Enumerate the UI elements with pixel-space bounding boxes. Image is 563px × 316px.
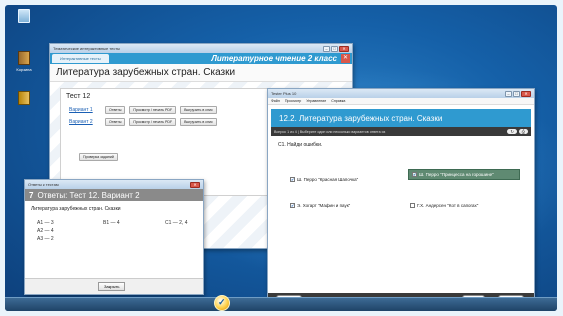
- answers-window: Ответы к тестам ✕ 7 Ответы: Тест 12. Вар…: [24, 179, 204, 295]
- pdf-button[interactable]: Просмотр / печать PDF: [129, 118, 177, 126]
- close-icon[interactable]: ✕: [341, 54, 350, 63]
- close-button[interactable]: ✕: [339, 45, 349, 52]
- answers-col-b: В1 — 4: [103, 220, 120, 226]
- desktop-icon-computer[interactable]: [7, 9, 41, 25]
- checkbox[interactable]: ✔: [290, 177, 295, 182]
- desktop-icon-book[interactable]: [7, 91, 41, 107]
- close-button[interactable]: ✕: [190, 181, 200, 188]
- export-button[interactable]: Выгрузить в спис: [180, 106, 217, 114]
- book-icon: [18, 51, 30, 65]
- app-logo-icon[interactable]: ✓: [214, 295, 230, 311]
- checkbox[interactable]: ✔: [290, 203, 295, 208]
- maximize-button[interactable]: □: [331, 45, 338, 52]
- menu-file[interactable]: Файл: [271, 99, 280, 103]
- desktop: Корзина Тематические интерактивные тесты…: [5, 5, 557, 311]
- test-window-titlebar[interactable]: Тематические интерактивные тесты – □ ✕: [50, 44, 352, 53]
- variant-1-link[interactable]: Вариант 1: [69, 107, 105, 113]
- answers-subtitle: Литература зарубежных стран. Сказки: [31, 206, 121, 212]
- minimize-button[interactable]: –: [323, 45, 330, 52]
- maximize-button[interactable]: □: [513, 90, 520, 97]
- answers-button[interactable]: Ответы: [105, 118, 126, 126]
- refresh-icon[interactable]: ↻: [507, 129, 517, 134]
- menu-bar: Файл Просмотр Управление Справка: [268, 98, 534, 105]
- task-text: С1. Найди ошибки.: [278, 142, 323, 148]
- answers-title: Ответы: Тест 12. Вариант 2: [37, 190, 140, 200]
- print-icon[interactable]: ⎙: [518, 129, 528, 134]
- subject-title: Литературное чтение 2 класс: [211, 54, 337, 63]
- close-answers-button[interactable]: Закрыть: [98, 282, 126, 291]
- menu-control[interactable]: Управление: [306, 99, 326, 103]
- option-1[interactable]: ✔ Ш. Перро "Красная Шапочка": [290, 177, 398, 182]
- answers-grid: А1 — 3 А2 — 4 А3 — 2 В1 — 4 С1 — 2, 4: [25, 215, 203, 265]
- computer-icon: [18, 9, 30, 23]
- close-button[interactable]: ✕: [521, 90, 531, 97]
- export-button[interactable]: Выгрузить в спис: [180, 118, 217, 126]
- book-icon: [18, 91, 30, 105]
- option-4[interactable]: Г.Х. Андерсен "Кот в сапогах": [410, 203, 522, 208]
- pdf-button[interactable]: Просмотр / печать PDF: [129, 106, 177, 114]
- option-3[interactable]: ✔ Э. Хогарт "Мафин и паук": [290, 203, 398, 208]
- question-bar: Вопрос 1 из 4 | Выберите один или нескол…: [271, 127, 531, 136]
- variant-2-link[interactable]: Вариант 2: [69, 119, 105, 125]
- answers-col-c: С1 — 2, 4: [165, 220, 188, 226]
- tab-interactive-tests[interactable]: Интерактивные тесты: [52, 54, 109, 63]
- desktop-icon-recycle[interactable]: Корзина: [7, 51, 41, 72]
- answers-col-a: А1 — 3 А2 — 4 А3 — 2: [37, 220, 54, 242]
- taskbar: ✓: [5, 295, 557, 311]
- answers-header: 7 Ответы: Тест 12. Вариант 2: [25, 189, 203, 201]
- minimize-button[interactable]: –: [505, 90, 512, 97]
- answers-button[interactable]: Ответы: [105, 106, 126, 114]
- answers-window-titlebar[interactable]: Ответы к тестам ✕: [25, 180, 203, 189]
- test-header: Интерактивные тесты Литературное чтение …: [50, 53, 352, 64]
- checkbox[interactable]: [410, 203, 415, 208]
- question-title: 12.2. Литература зарубежных стран. Сказк…: [271, 109, 531, 127]
- check-tasks-button[interactable]: Проверка заданий: [79, 153, 118, 161]
- test-number: 7: [29, 190, 34, 200]
- tester-window-titlebar[interactable]: Tester Plus 10 – □ ✕: [268, 89, 534, 98]
- menu-help[interactable]: Справка: [331, 99, 345, 103]
- page-title: Литература зарубежных стран. Сказки: [50, 64, 352, 82]
- tester-window: Tester Plus 10 – □ ✕ Файл Просмотр Управ…: [267, 88, 535, 306]
- menu-view[interactable]: Просмотр: [285, 99, 301, 103]
- option-2[interactable]: ✔ Ш. Перро "Принцесса на горошине": [408, 169, 520, 180]
- checkbox[interactable]: ✔: [412, 172, 417, 177]
